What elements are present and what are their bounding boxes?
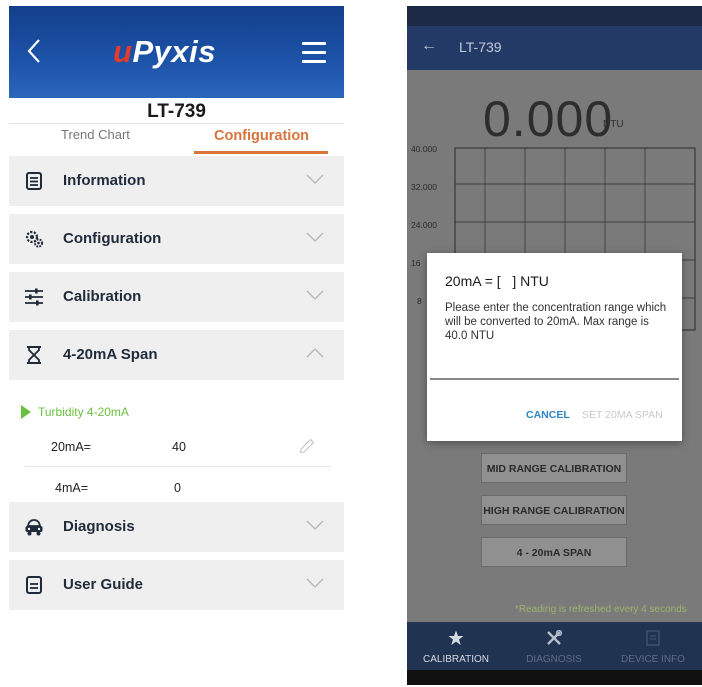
dialog-title: 20mA = [ ] NTU [445,273,549,289]
section-diagnosis[interactable]: Diagnosis [9,502,344,552]
chevron-down-icon [306,578,324,588]
dialog-cancel-button[interactable]: CANCEL [526,409,570,421]
app-header: uPyxis [9,6,344,98]
section-information[interactable]: Information [9,156,344,206]
dialog-message: Please enter the concentration range whi… [445,302,667,342]
dialog-input-underline[interactable] [430,378,679,380]
screenshot-root: uPyxis LT-739 Trend Chart Configuration … [0,0,702,687]
section-configuration[interactable]: Configuration [9,214,344,264]
span-4-20ma-button[interactable]: 4 - 20mA SPAN [481,537,627,567]
header-title: LT-739 [459,39,502,55]
upyxis-logo: uPyxis [113,34,216,69]
play-triangle-icon [21,405,31,419]
section-label: Information [63,172,146,189]
section-label: Diagnosis [63,518,135,535]
hourglass-icon [27,346,41,364]
chart-y-label: 40.000 [411,144,437,154]
system-bar [407,670,702,685]
refresh-note: *Reading is refreshed every 4 seconds [515,604,687,615]
nav-diagnosis[interactable]: DIAGNOSIS [505,622,603,670]
section-label: User Guide [63,576,144,593]
chart-y-label: 24.000 [411,220,437,230]
section-label: 4-20mA Span [63,346,158,363]
gears-icon [25,230,44,248]
app-header: ← LT-739 [407,26,702,70]
sliders-icon [25,288,43,306]
high-range-calibration-button[interactable]: HIGH RANGE CALIBRATION [481,495,627,525]
star-icon [448,630,464,645]
mid-range-calibration-button[interactable]: MID RANGE CALIBRATION [481,453,627,483]
span-row-value: 0 [174,481,181,495]
chevron-down-icon [306,520,324,530]
section-user-guide[interactable]: User Guide [9,560,344,610]
span-dialog: 20mA = [ ] NTU Please enter the concentr… [427,253,682,441]
chevron-down-icon [306,174,324,184]
span-subheader-label: Turbidity 4-20mA [38,405,129,419]
active-tab-indicator [194,151,328,154]
section-label: Calibration [63,288,142,305]
span-row-label: 20mA= [51,440,91,454]
tab-configuration[interactable]: Configuration [214,128,309,144]
nav-device-info[interactable]: DEVICE INFO [604,622,702,670]
pencil-icon[interactable] [299,438,315,454]
left-app-screen: uPyxis LT-739 Trend Chart Configuration … [9,6,344,681]
nav-label: DIAGNOSIS [526,654,582,665]
car-icon [25,519,43,536]
info-card-icon [646,630,660,646]
chevron-down-icon [306,290,324,300]
back-icon[interactable] [23,36,45,66]
chart-y-label: 16 [411,258,421,268]
nav-label: DEVICE INFO [621,654,685,665]
span-row-value: 40 [172,440,186,454]
right-app-screen: ← LT-739 0.000 NTU 40.000 32.000 24.000 … [407,6,702,685]
back-arrow-icon[interactable]: ← [421,37,437,55]
section-calibration[interactable]: Calibration [9,272,344,322]
span-row-20ma: 20mA= 40 [9,428,344,466]
span-row-label: 4mA= [55,481,89,495]
section-label: Configuration [63,230,162,247]
device-title: LT-739 [147,101,206,122]
chevron-down-icon [306,232,324,242]
hamburger-menu-icon[interactable] [302,42,326,64]
tools-icon [547,630,562,645]
tab-bar: Trend Chart Configuration [9,123,344,155]
tab-trend-chart[interactable]: Trend Chart [61,127,130,142]
reading-unit: NTU [603,119,624,130]
book-icon [26,576,42,594]
status-bar [407,6,702,26]
bottom-nav: CALIBRATION DIAGNOSIS DEVICE INFO [407,622,702,670]
chart-y-label: 8 [417,296,422,306]
section-4-20ma-span[interactable]: 4-20mA Span [9,330,344,380]
nav-label: CALIBRATION [423,654,489,665]
chevron-up-icon [306,348,324,358]
reading-value: 0.000 [483,91,614,147]
chart-y-label: 32.000 [411,182,437,192]
nav-calibration[interactable]: CALIBRATION [407,622,505,670]
row-divider [25,466,331,467]
document-list-icon [26,172,42,190]
dialog-set-span-button[interactable]: SET 20MA SPAN [582,409,663,421]
